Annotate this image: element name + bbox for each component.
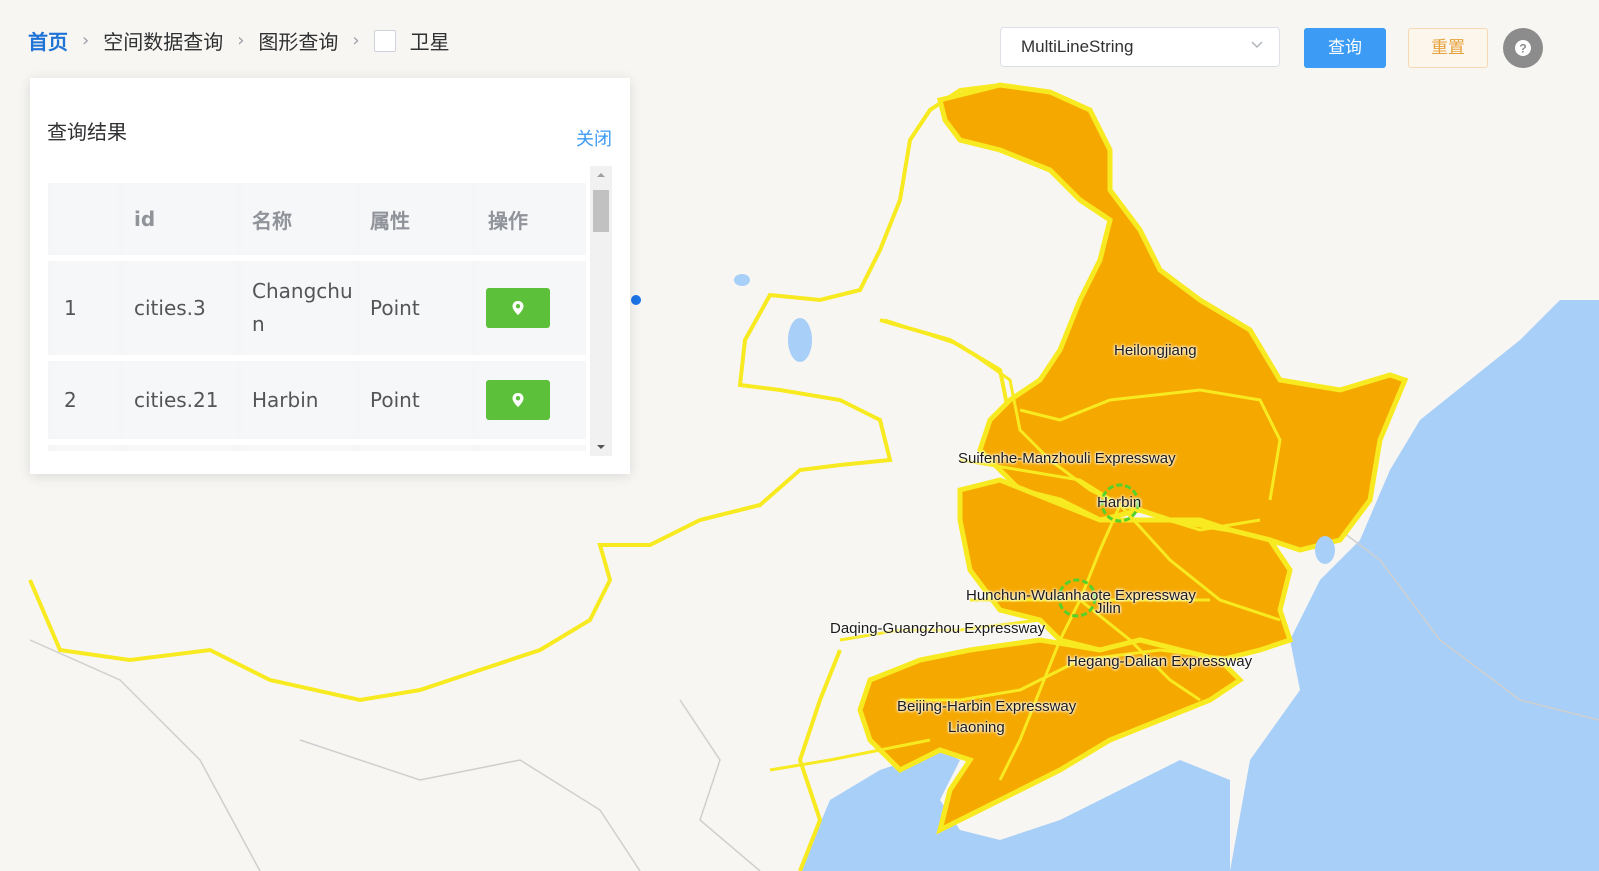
label-jilin: Jilin <box>1095 600 1121 617</box>
breadcrumb-spatial-query[interactable]: 空间数据查询 <box>103 26 223 55</box>
row-type: Point <box>360 361 472 439</box>
row-index: 1 <box>54 261 118 355</box>
lake <box>788 318 812 362</box>
header-name: 名称 <box>242 183 354 255</box>
row-name: Harbin <box>242 361 354 439</box>
help-button[interactable]: ? <box>1503 28 1543 68</box>
locate-button[interactable] <box>486 380 550 420</box>
table-scrollbar[interactable] <box>590 166 612 456</box>
query-results-panel: 查询结果 关闭 id 名称 属性 操作 1 cities.3 Changchun… <box>30 78 630 474</box>
row-id: cities.3 <box>124 261 236 355</box>
row-index: 2 <box>54 361 118 439</box>
map-marker-dot <box>631 295 641 305</box>
label-suifenhe-expressway: Suifenhe-Manzhouli Expressway <box>958 450 1176 467</box>
label-harbin: Harbin <box>1097 494 1142 511</box>
label-heilongjiang: Heilongjiang <box>1114 342 1197 359</box>
scroll-down-icon[interactable] <box>590 440 612 454</box>
geometry-type-select[interactable]: MultiLineString <box>1000 27 1280 67</box>
satellite-checkbox[interactable] <box>373 29 396 52</box>
province-border <box>679 699 761 871</box>
chevron-right-icon: › <box>82 30 90 51</box>
row-actions <box>478 361 586 439</box>
row-actions <box>478 261 586 355</box>
map-pin-icon <box>512 301 524 315</box>
header-type: 属性 <box>360 183 472 255</box>
heilongjiang-province <box>936 82 1409 553</box>
scrollbar-thumb[interactable] <box>593 190 609 232</box>
chevron-down-icon <box>1251 41 1263 49</box>
province-border <box>29 639 261 871</box>
row-name: Changchun <box>242 261 354 355</box>
header-index <box>54 183 118 255</box>
label-daqing-expressway: Daqing-Guangzhou Expressway <box>830 620 1046 637</box>
row-id-partial <box>124 445 236 451</box>
lake <box>734 274 750 286</box>
table-row: 2 cities.21 Harbin Point <box>48 361 586 439</box>
chevron-right-icon: › <box>237 30 245 51</box>
close-button[interactable]: 关闭 <box>576 125 612 151</box>
geometry-type-value: MultiLineString <box>1021 37 1134 56</box>
header-actions: 操作 <box>478 183 586 255</box>
locate-button[interactable] <box>486 288 550 328</box>
label-hunchun-expressway: Hunchun-Wulanhaote Expressway <box>966 587 1196 604</box>
breadcrumb: 首页 › 空间数据查询 › 图形查询 › 卫星 <box>28 26 450 55</box>
row-id: cities.21 <box>124 361 236 439</box>
label-beijing-harbin-expressway: Beijing-Harbin Expressway <box>897 698 1077 715</box>
breadcrumb-home[interactable]: 首页 <box>28 26 68 55</box>
row-index-partial <box>54 445 118 451</box>
row-type: Point <box>360 261 472 355</box>
query-button[interactable]: 查询 <box>1304 28 1386 68</box>
row-type-partial <box>360 445 472 451</box>
satellite-label[interactable]: 卫星 <box>410 26 450 55</box>
label-liaoning: Liaoning <box>948 719 1005 736</box>
lake <box>1315 536 1335 564</box>
scroll-up-icon[interactable] <box>590 168 612 182</box>
reset-button[interactable]: 重置 <box>1408 28 1488 68</box>
map-pin-icon <box>512 393 524 407</box>
results-table: id 名称 属性 操作 1 cities.3 Changchun Point 2 <box>48 183 586 451</box>
chevron-right-icon: › <box>352 30 360 51</box>
panel-title: 查询结果 <box>47 120 127 144</box>
help-icon: ? <box>1515 40 1531 56</box>
top-toolbar: 首页 › 空间数据查询 › 图形查询 › 卫星 MultiLineString … <box>0 0 1599 82</box>
row-actions-partial <box>478 445 586 451</box>
label-hegang-expressway: Hegang-Dalian Expressway <box>1067 653 1253 670</box>
svg-text:?: ? <box>1519 42 1526 56</box>
breadcrumb-graphic-query[interactable]: 图形查询 <box>258 26 338 55</box>
header-id: id <box>124 183 236 255</box>
table-row: 1 cities.3 Changchun Point <box>48 261 586 355</box>
table-row <box>48 445 586 451</box>
province-border <box>299 739 641 871</box>
table-header-row: id 名称 属性 操作 <box>48 183 586 255</box>
row-name-partial <box>242 445 354 451</box>
